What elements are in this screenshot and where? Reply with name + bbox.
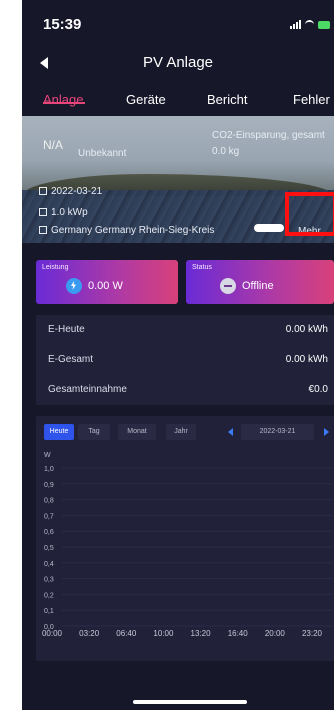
y-tick-label: 0,9 <box>44 482 54 489</box>
battery-icon <box>318 20 330 29</box>
tab-fehler[interactable]: Fehler <box>293 92 330 107</box>
status-time: 15:39 <box>43 16 82 33</box>
y-tick-label: 1,0 <box>44 466 54 473</box>
status-bar: 15:39 <box>22 0 334 44</box>
y-tick-label: 0,7 <box>44 513 54 520</box>
x-tick-label: 03:20 <box>79 629 100 638</box>
y-tick-label: 0,4 <box>44 561 54 568</box>
stat-row-e-heute: E-Heute 0.00 kWh <box>36 315 334 346</box>
tab-geraete[interactable]: Geräte <box>126 92 166 107</box>
page-title: PV Anlage <box>142 54 214 71</box>
lightning-icon <box>66 278 82 294</box>
install-date-row: 2022-03-21 <box>39 186 102 197</box>
location-value: Germany Germany Rhein-Sieg-Kreis <box>51 225 215 236</box>
stat-row-e-gesamt: E-Gesamt 0.00 kWh <box>36 345 334 376</box>
range-monat[interactable]: Monat <box>118 424 156 440</box>
range-tag[interactable]: Tag <box>78 424 110 440</box>
stat-row-gesamteinnahme: Gesamteinnahme €0.0 <box>36 375 334 406</box>
y-tick-label: 0,1 <box>44 608 54 615</box>
x-tick-label: 16:40 <box>228 629 249 638</box>
chart-panel: Heute Tag Monat Jahr 2022-03-21 W 1,0 0,9… <box>36 416 334 661</box>
app-screen: 15:39 PV Anlage Anlage Geräte Bericht Fe… <box>22 0 334 710</box>
offline-icon <box>220 278 236 294</box>
previous-date-icon[interactable] <box>228 428 233 436</box>
x-tick-label: 06:40 <box>116 629 137 638</box>
range-heute[interactable]: Heute <box>44 424 74 440</box>
next-date-icon[interactable] <box>324 428 329 436</box>
calendar-icon <box>39 187 47 195</box>
wifi-icon <box>305 20 314 29</box>
status-label: Status <box>192 264 212 271</box>
y-tick-label: 0,3 <box>44 577 54 584</box>
image-toggle[interactable] <box>254 224 284 232</box>
power-label: Leistung <box>42 264 69 271</box>
y-tick-label: 0,6 <box>44 529 54 536</box>
tab-bericht[interactable]: Bericht <box>207 92 247 107</box>
x-tick-label: 13:20 <box>191 629 212 638</box>
y-tick-labels: 1,00,90,80,70,60,50,40,30,20,10,0 <box>44 466 54 631</box>
active-tab-indicator <box>43 102 85 104</box>
y-tick-label: 0,5 <box>44 545 54 552</box>
x-tick-label: 23:20 <box>302 629 323 638</box>
location-row: Germany Germany Rhein-Sieg-Kreis <box>39 225 214 236</box>
power-value: 0.00 W <box>88 280 123 292</box>
capacity-row: 1.0 kWp <box>39 207 88 218</box>
x-tick-labels: 00:00 03:20 06:40 10:00 13:20 16:40 20:00 23:20 <box>42 629 323 638</box>
capacity-value: 1.0 kWp <box>51 207 88 218</box>
signal-icon <box>290 20 301 29</box>
y-axis-label: W <box>44 452 51 459</box>
nav-bar: PV Anlage <box>22 48 334 78</box>
status-value: Offline <box>242 280 274 292</box>
tab-anlage[interactable]: Anlage <box>43 92 83 107</box>
x-tick-label: 10:00 <box>153 629 174 638</box>
home-indicator <box>133 700 247 704</box>
chart-grid <box>62 467 332 627</box>
x-tick-label: 00:00 <box>42 629 63 638</box>
summary-cards: Leistung 0.00 W Status Offline <box>36 260 334 304</box>
plant-status-text: Unbekannt <box>78 148 127 159</box>
co2-value: 0.0 kg <box>212 146 240 157</box>
location-icon <box>39 226 47 234</box>
capacity-icon <box>39 208 47 216</box>
status-card: Status Offline <box>186 260 334 304</box>
range-jahr[interactable]: Jahr <box>166 424 196 440</box>
install-date: 2022-03-21 <box>51 186 103 197</box>
power-chart: W 1,00,90,80,70,60,50,40,30,20,10,0 00:0… <box>42 452 332 638</box>
power-card: Leistung 0.00 W <box>36 260 178 304</box>
y-tick-label: 0,2 <box>44 592 54 599</box>
plant-code: N/A <box>43 138 64 152</box>
x-tick-label: 20:00 <box>265 629 286 638</box>
status-icons <box>290 20 330 29</box>
y-tick-label: 0,8 <box>44 498 54 505</box>
co2-label: CO2-Einsparung, gesamt <box>212 130 325 141</box>
date-selector[interactable]: 2022-03-21 <box>241 424 314 440</box>
highlight-box <box>285 192 334 236</box>
